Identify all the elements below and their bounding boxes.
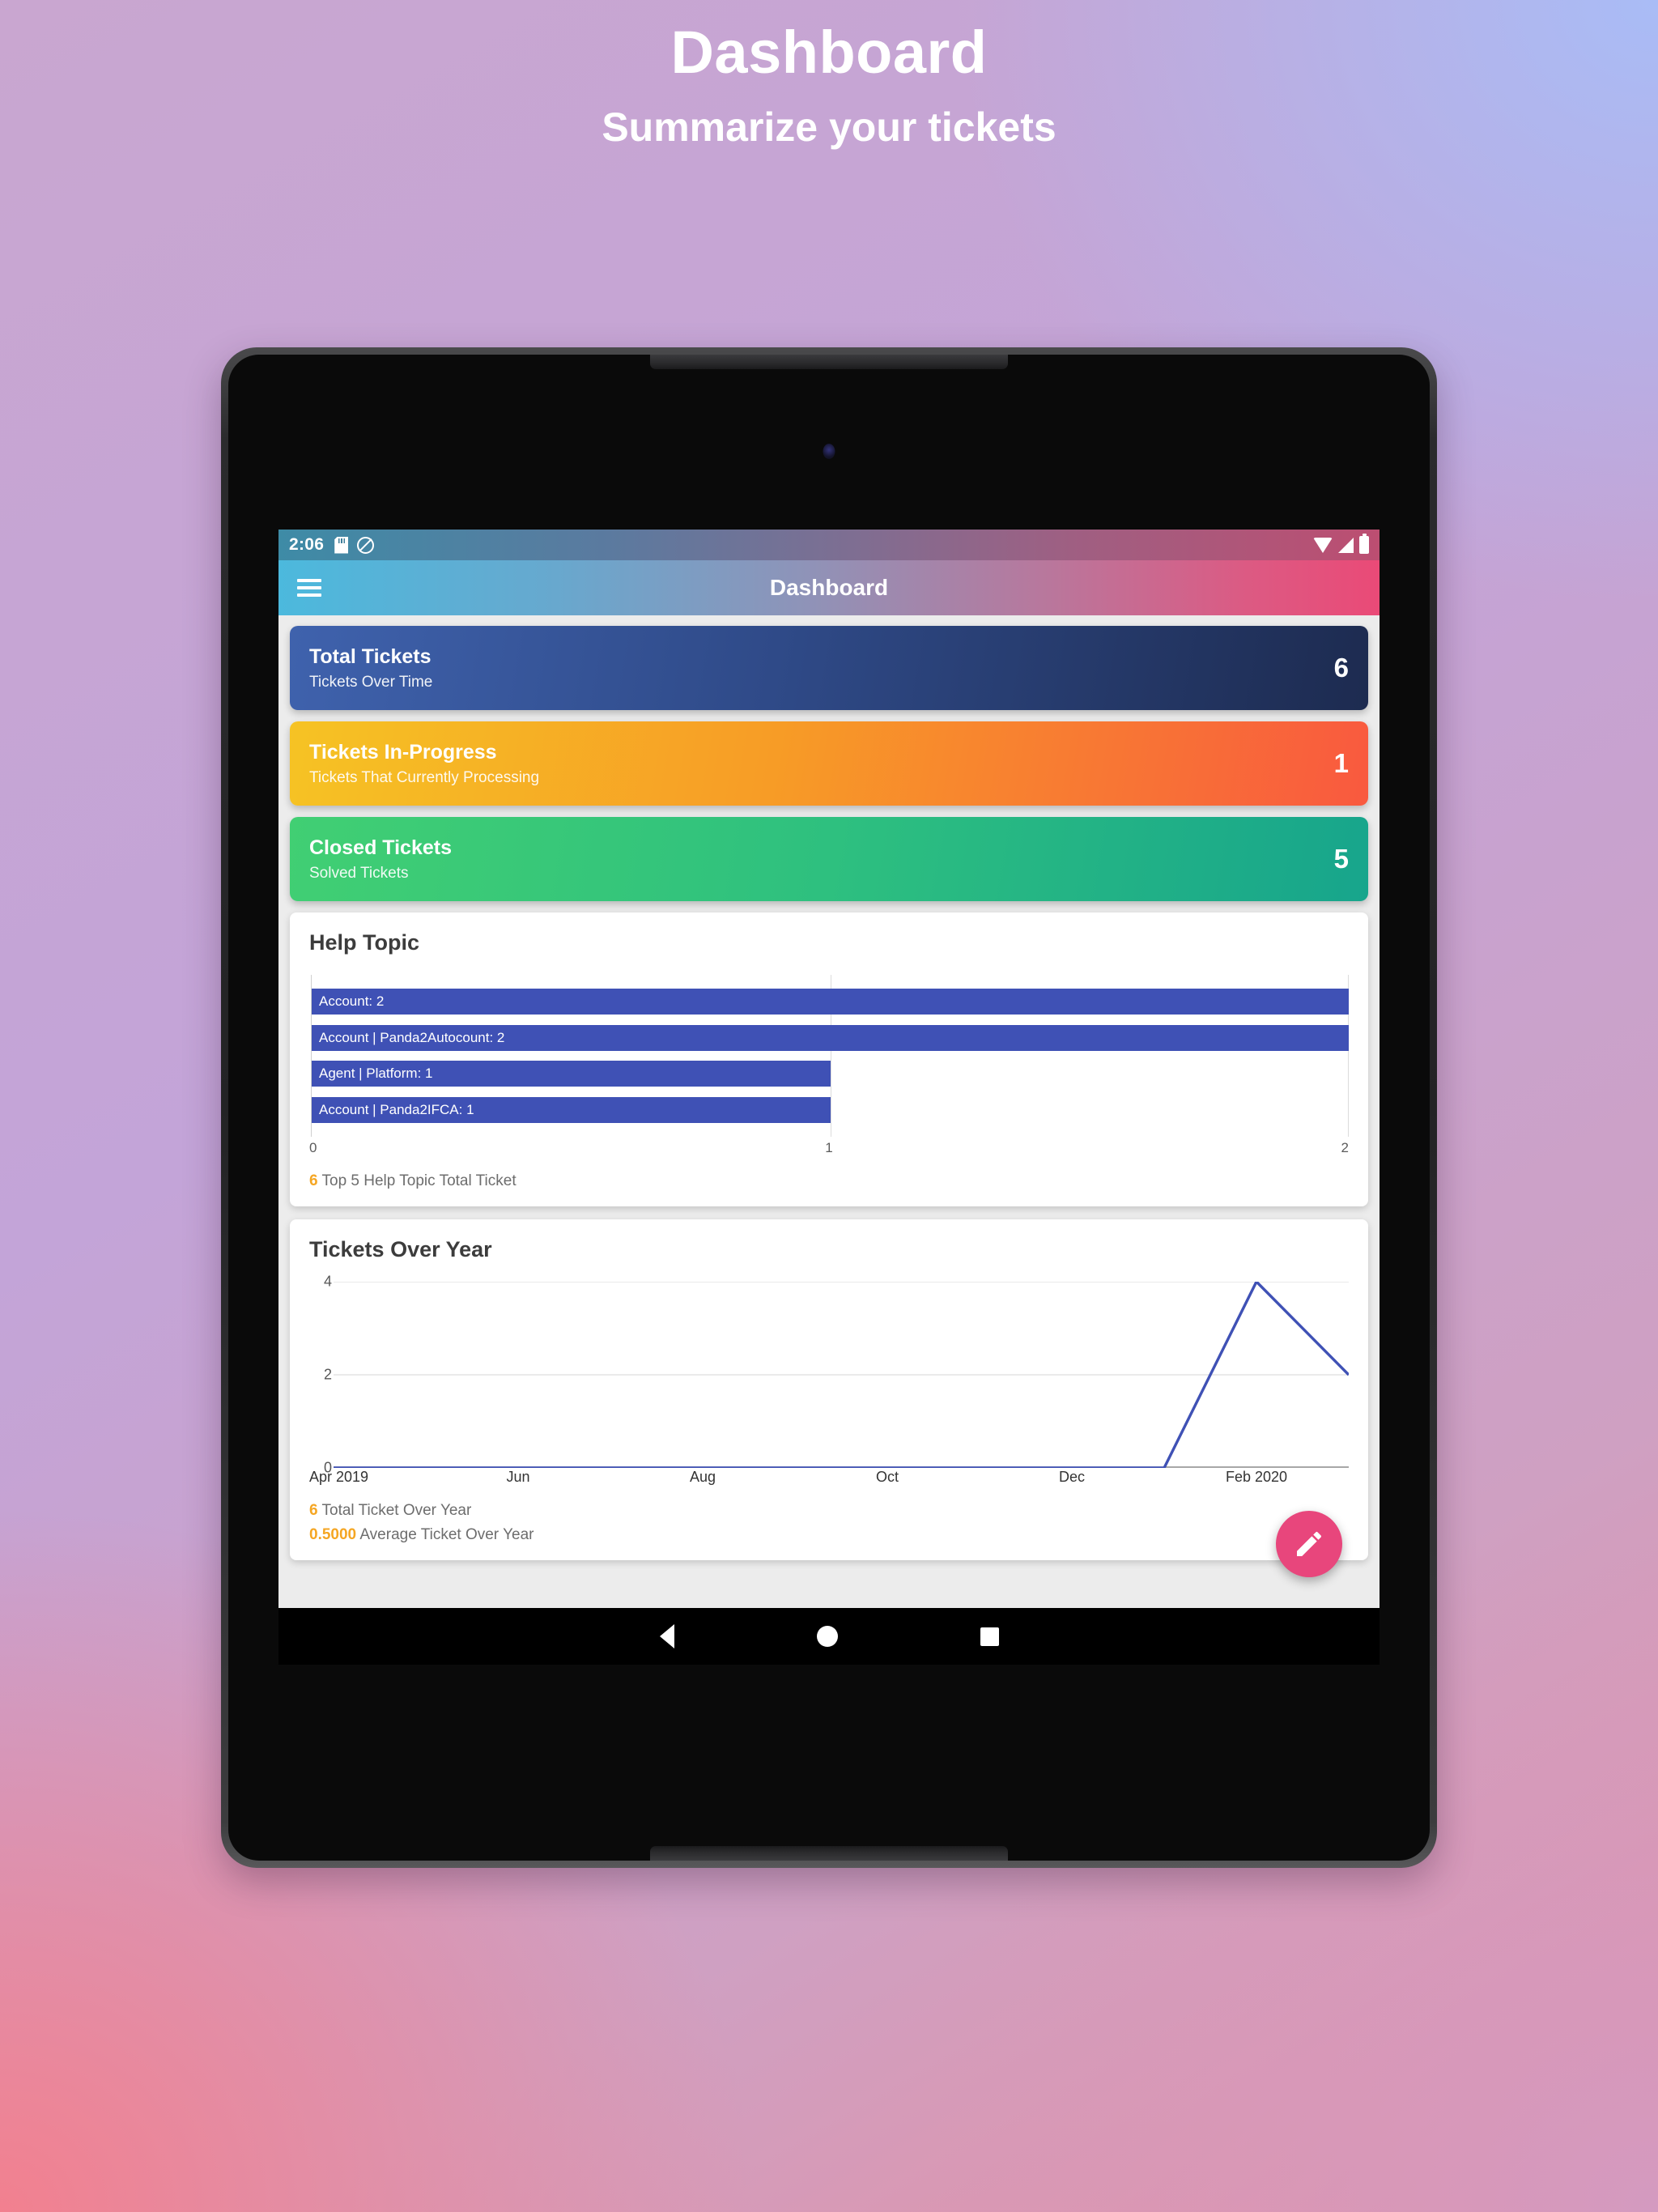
front-camera-icon xyxy=(823,444,835,459)
app-bar: Dashboard xyxy=(278,560,1380,615)
battery-icon xyxy=(1359,534,1369,554)
line-chart-svg xyxy=(334,1282,1349,1468)
help-topic-footer-value: 6 xyxy=(309,1172,318,1189)
bar-row: Account | Panda2Autocount: 2 xyxy=(312,1024,1349,1051)
tickets-over-year-line-chart: 024 xyxy=(324,1274,1349,1476)
dashboard-content: Total Tickets Tickets Over Time 6 Ticket… xyxy=(278,615,1380,1608)
stat-card-text: Closed Tickets Solved Tickets xyxy=(309,836,452,882)
edit-fab-button[interactable] xyxy=(1276,1511,1342,1577)
bar-row: Agent | Platform: 1 xyxy=(312,1061,1349,1087)
line-chart-x-axis: Apr 2019 Jun Aug Oct Dec Feb 2020 xyxy=(309,1468,1349,1489)
status-bar-left-icons xyxy=(334,536,375,554)
bar-row: Account: 2 xyxy=(312,988,1349,1015)
stat-card-label: Tickets In-Progress xyxy=(309,741,497,764)
stat-card-sublabel: Tickets Over Time xyxy=(309,673,433,691)
stat-card-text: Tickets In-Progress Tickets That Current… xyxy=(309,740,539,786)
status-bar: 2:06 xyxy=(278,530,1380,560)
do-not-disturb-icon xyxy=(357,536,375,554)
stat-card-value: 1 xyxy=(1333,748,1349,778)
sd-card-icon xyxy=(334,537,348,554)
page-subtitle: Summarize your tickets xyxy=(602,104,1056,151)
help-topic-footer-text: Top 5 Help Topic Total Ticket xyxy=(317,1172,517,1189)
wifi-icon xyxy=(1313,537,1333,553)
bar-label: Agent | Platform: 1 xyxy=(319,1066,433,1082)
bar-segment: Account | Panda2IFCA: 1 xyxy=(312,1097,831,1124)
app-bar-title: Dashboard xyxy=(769,575,889,600)
panel-help-topic: Help Topic Account: 2 Account | Panda2Aut… xyxy=(290,912,1368,1206)
y-tick-label: 2 xyxy=(323,1366,332,1383)
tickets-year-footer-average: 0.5000 Average Ticket Over Year xyxy=(309,1526,1349,1544)
footer-average-value: 0.5000 xyxy=(309,1526,357,1543)
stat-card-total-tickets[interactable]: Total Tickets Tickets Over Time 6 xyxy=(290,626,1368,710)
footer-total-value: 6 xyxy=(309,1502,318,1519)
x-tick-label: Dec xyxy=(1058,1469,1086,1485)
stat-card-tickets-in-progress[interactable]: Tickets In-Progress Tickets That Current… xyxy=(290,721,1368,806)
footer-total-text: Total Ticket Over Year xyxy=(317,1502,472,1519)
x-tick-label: Oct xyxy=(875,1469,899,1485)
footer-average-text: Average Ticket Over Year xyxy=(356,1526,534,1543)
panel-tickets-over-year: Tickets Over Year 024 Apr 2019 Jun Aug Oct D… xyxy=(290,1219,1368,1560)
stat-card-sublabel: Tickets That Currently Processing xyxy=(309,768,540,786)
y-tick-label: 4 xyxy=(323,1273,332,1290)
panel-title: Tickets Over Year xyxy=(309,1237,492,1261)
page-title: Dashboard xyxy=(670,19,988,86)
hamburger-menu-icon[interactable] xyxy=(297,579,321,597)
recents-square-icon[interactable] xyxy=(980,1627,999,1646)
help-topic-bar-chart: Account: 2 Account | Panda2Autocount: 2 Ag… xyxy=(311,975,1349,1137)
panel-title: Help Topic xyxy=(309,930,420,955)
tablet-device-frame: 2:06 Dashboard Total Tickets Tickets Ove… xyxy=(221,347,1437,1868)
speaker-grille-bottom xyxy=(650,1846,1008,1861)
speaker-grille-top xyxy=(650,355,1008,369)
bar-label: Account | Panda2Autocount: 2 xyxy=(319,1029,505,1045)
x-tick-label: 2 xyxy=(1341,1140,1349,1155)
stat-card-label: Total Tickets xyxy=(309,645,432,669)
back-triangle-icon[interactable] xyxy=(659,1624,674,1648)
signal-icon xyxy=(1338,537,1354,553)
bar-segment: Agent | Platform: 1 xyxy=(312,1061,831,1087)
status-bar-right-icons xyxy=(1313,534,1369,554)
help-topic-footer: 6 Top 5 Help Topic Total Ticket xyxy=(309,1172,1349,1190)
bar-label: Account: 2 xyxy=(319,993,385,1009)
x-tick-label: Aug xyxy=(689,1469,716,1485)
stat-card-sublabel: Solved Tickets xyxy=(309,864,409,882)
bar-label: Account | Panda2IFCA: 1 xyxy=(319,1102,474,1118)
stat-card-value: 6 xyxy=(1333,653,1349,683)
status-bar-clock: 2:06 xyxy=(289,535,325,554)
bar-chart-x-axis: 0 1 2 xyxy=(309,1138,1349,1159)
line-chart-y-axis: 024 xyxy=(309,1274,332,1476)
x-tick-label: Jun xyxy=(506,1469,530,1485)
x-tick-label: Feb 2020 xyxy=(1225,1469,1288,1485)
stat-card-label: Closed Tickets xyxy=(309,836,453,860)
android-navigation-bar xyxy=(278,1608,1380,1665)
x-tick-label: 1 xyxy=(825,1140,833,1155)
pencil-edit-icon xyxy=(1297,1531,1322,1556)
x-tick-label: Apr 2019 xyxy=(309,1469,369,1485)
bar-row: Account | Panda2IFCA: 1 xyxy=(312,1097,1349,1124)
stat-card-closed-tickets[interactable]: Closed Tickets Solved Tickets 5 xyxy=(290,817,1368,901)
page-header: Dashboard Summarize your tickets xyxy=(0,0,1658,151)
tickets-year-footer-total: 6 Total Ticket Over Year xyxy=(309,1502,1349,1520)
bar-segment: Account | Panda2Autocount: 2 xyxy=(312,1024,1349,1051)
home-circle-icon[interactable] xyxy=(816,1626,838,1647)
x-tick-label: 0 xyxy=(309,1140,317,1155)
stat-card-text: Total Tickets Tickets Over Time xyxy=(309,644,432,691)
bar-rows: Account: 2 Account | Panda2Autocount: 2 Ag… xyxy=(312,975,1349,1137)
device-bezel: 2:06 Dashboard Total Tickets Tickets Ove… xyxy=(228,355,1430,1861)
bar-segment: Account: 2 xyxy=(312,988,1349,1015)
stat-card-value: 5 xyxy=(1333,844,1349,874)
app-screen: 2:06 Dashboard Total Tickets Tickets Ove… xyxy=(278,530,1380,1665)
